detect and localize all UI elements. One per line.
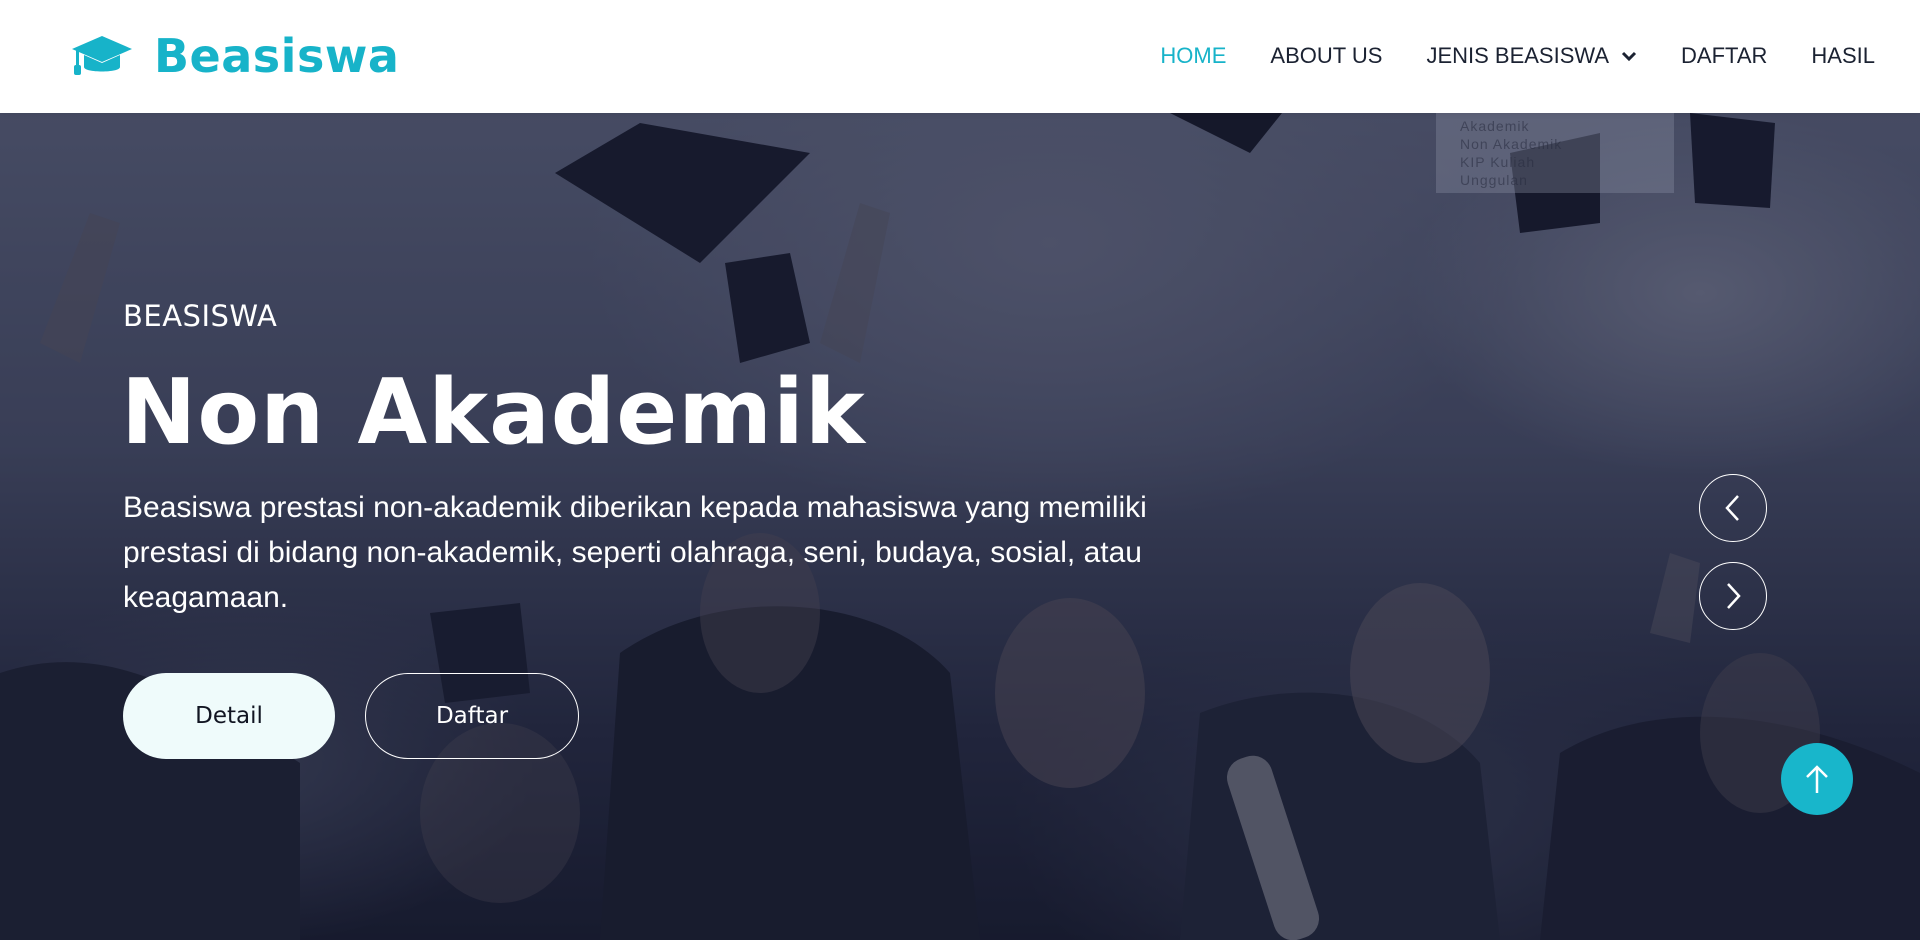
carousel-prev-button[interactable] [1699, 474, 1767, 542]
nav-jenis-beasiswa[interactable]: JENIS BEASISWA [1426, 38, 1637, 74]
arrow-up-icon [1806, 765, 1828, 793]
nav-about-us[interactable]: ABOUT US [1270, 38, 1382, 74]
chevron-left-icon [1725, 495, 1739, 521]
jenis-beasiswa-dropdown: Akademik Non Akademik KIP Kuliah Unggula… [1436, 113, 1674, 193]
detail-button[interactable]: Detail [123, 673, 335, 759]
nav-daftar[interactable]: DAFTAR [1681, 38, 1767, 74]
hero-title: Non Akademik [121, 360, 866, 465]
nav-home[interactable]: HOME [1160, 38, 1226, 74]
nav-daftar-label: DAFTAR [1681, 43, 1768, 68]
navbar: Beasiswa HOME ABOUT US JENIS BEASISWA DA… [0, 0, 1920, 113]
chevron-right-icon [1727, 583, 1741, 609]
nav-home-label: HOME [1160, 43, 1227, 68]
dropdown-item-kip-kuliah[interactable]: KIP Kuliah [1460, 153, 1674, 171]
chevron-down-icon [1621, 51, 1637, 62]
nav-hasil-label: HASIL [1811, 43, 1875, 68]
hero-slider: Akademik Non Akademik KIP Kuliah Unggula… [0, 113, 1920, 940]
back-to-top-button[interactable] [1781, 743, 1853, 815]
brand-name: Beasiswa [154, 29, 400, 83]
nav-jenis-beasiswa-label: JENIS BEASISWA [1426, 43, 1610, 68]
brand-logo[interactable]: Beasiswa [70, 28, 399, 84]
daftar-button[interactable]: Daftar [365, 673, 579, 759]
main-nav: HOME ABOUT US JENIS BEASISWA DAFTAR HASI… [1116, 38, 1875, 74]
graduation-cap-icon [72, 36, 132, 75]
dropdown-item-non-akademik[interactable]: Non Akademik [1460, 135, 1674, 153]
nav-hasil[interactable]: HASIL [1811, 38, 1875, 74]
dropdown-item-unggulan[interactable]: Unggulan [1460, 171, 1674, 189]
dropdown-item-akademik[interactable]: Akademik [1460, 117, 1674, 135]
hero-description: Beasiswa prestasi non-akademik diberikan… [123, 491, 1147, 614]
carousel-next-button[interactable] [1699, 562, 1767, 630]
nav-about-us-label: ABOUT US [1270, 43, 1383, 68]
hero-eyebrow: BEASISWA [123, 299, 278, 333]
